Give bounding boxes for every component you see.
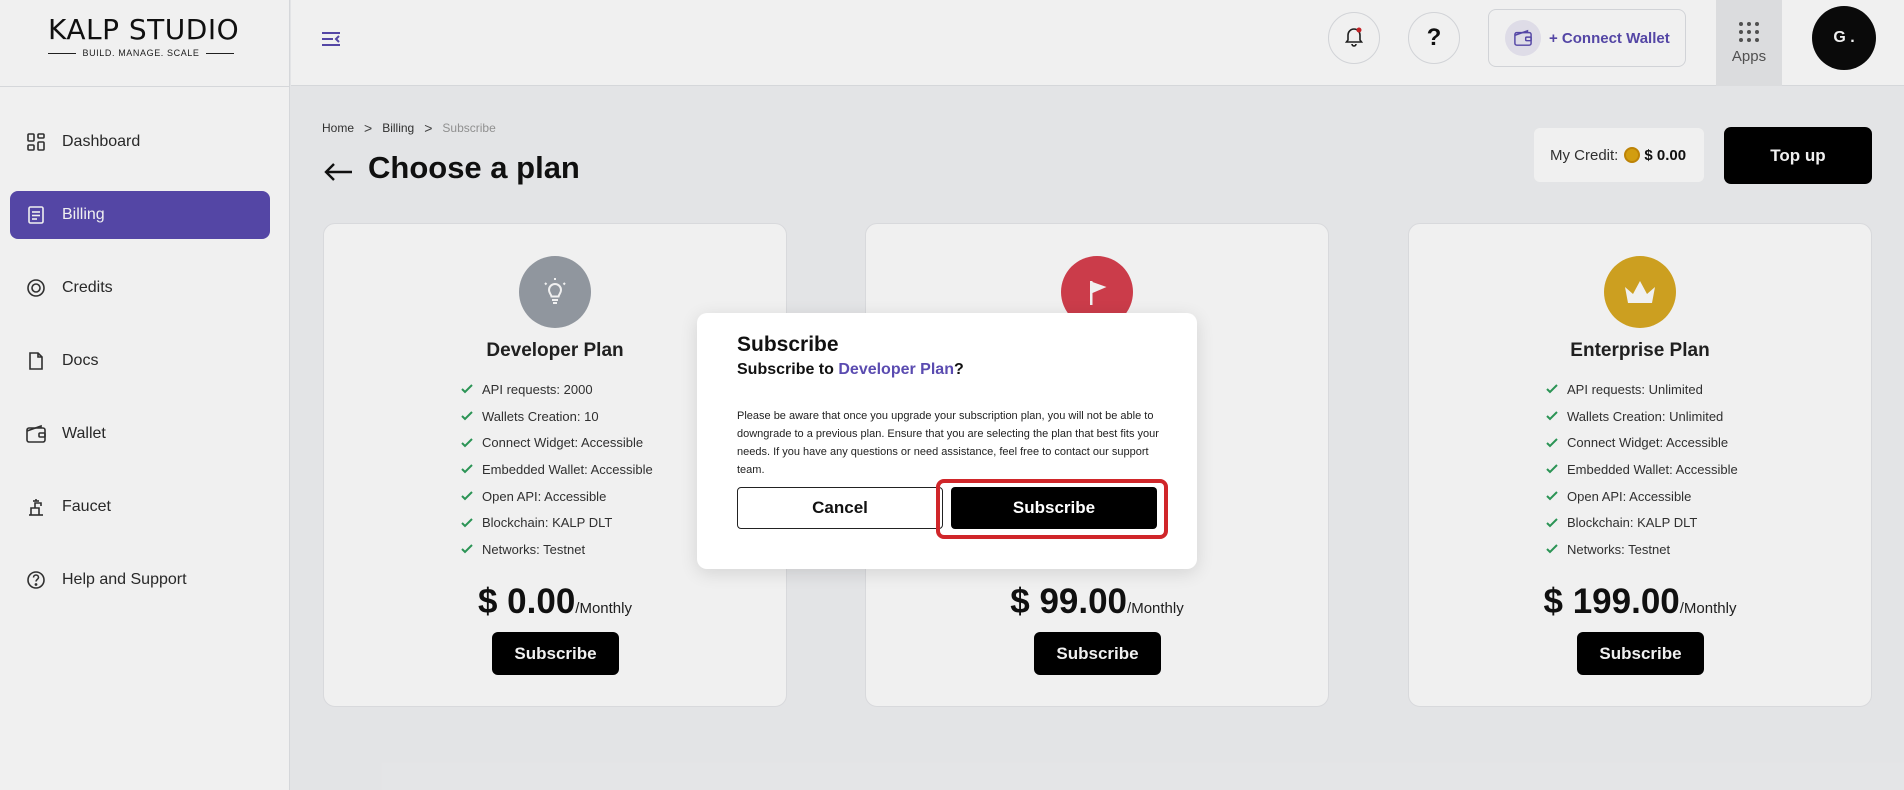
confirm-subscribe-button[interactable]: Subscribe	[951, 487, 1157, 529]
cancel-button[interactable]: Cancel	[737, 487, 943, 529]
dialog-message: Please be aware that once you upgrade yo…	[737, 410, 1159, 476]
dialog-title: Subscribe	[737, 333, 839, 356]
dialog-plan-name: Developer Plan	[838, 361, 954, 378]
dialog-question: Subscribe to Developer Plan?	[737, 361, 964, 378]
subscribe-dialog: Subscribe Subscribe to Developer Plan? P…	[697, 313, 1197, 569]
